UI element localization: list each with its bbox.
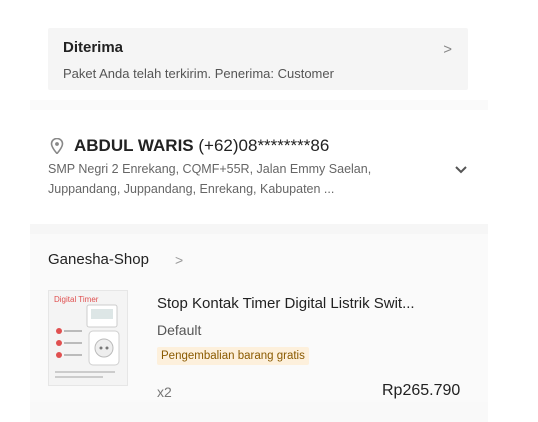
- shop-name[interactable]: Ganesha-Shop: [48, 251, 149, 268]
- product-image: Digital Timer: [49, 291, 127, 385]
- status-description: Paket Anda telah terkirim. Penerima: Cus…: [63, 66, 334, 81]
- product-quantity: x2: [157, 384, 172, 400]
- section-divider: [30, 224, 488, 234]
- chevron-right-icon[interactable]: >: [175, 252, 183, 268]
- chevron-down-icon[interactable]: [454, 165, 468, 175]
- shop-order-section: Ganesha-Shop > Digital Timer Stop Kontak…: [30, 234, 488, 422]
- recipient-name: ABDUL WARIS: [74, 136, 194, 155]
- product-price: Rp265.790: [382, 382, 461, 399]
- product-thumbnail[interactable]: Digital Timer: [48, 290, 128, 386]
- section-divider: [30, 100, 488, 110]
- address-line-1: SMP Negri 2 Enrekang, CQMF+55R, Jalan Em…: [48, 162, 372, 176]
- thumb-label: Digital Timer: [54, 295, 99, 304]
- shipping-address[interactable]: ABDUL WARIS (+62)08********86 SMP Negri …: [30, 112, 488, 222]
- product-variant: Default: [157, 322, 202, 338]
- chevron-right-icon[interactable]: >: [443, 41, 452, 58]
- free-return-badge: Pengembalian barang gratis: [157, 347, 309, 365]
- order-status-card[interactable]: Diterima Paket Anda telah terkirim. Pene…: [48, 28, 468, 90]
- address-line-2: Juppandang, Juppandang, Enrekang, Kabupa…: [48, 182, 335, 196]
- recipient-phone: (+62)08********86: [198, 136, 330, 155]
- status-title: Diterima: [63, 39, 124, 56]
- bottom-edge: [30, 402, 488, 422]
- product-title[interactable]: Stop Kontak Timer Digital Listrik Swit..…: [157, 295, 415, 312]
- recipient-line: ABDUL WARIS (+62)08********86: [74, 136, 329, 156]
- location-pin-icon: [50, 138, 64, 154]
